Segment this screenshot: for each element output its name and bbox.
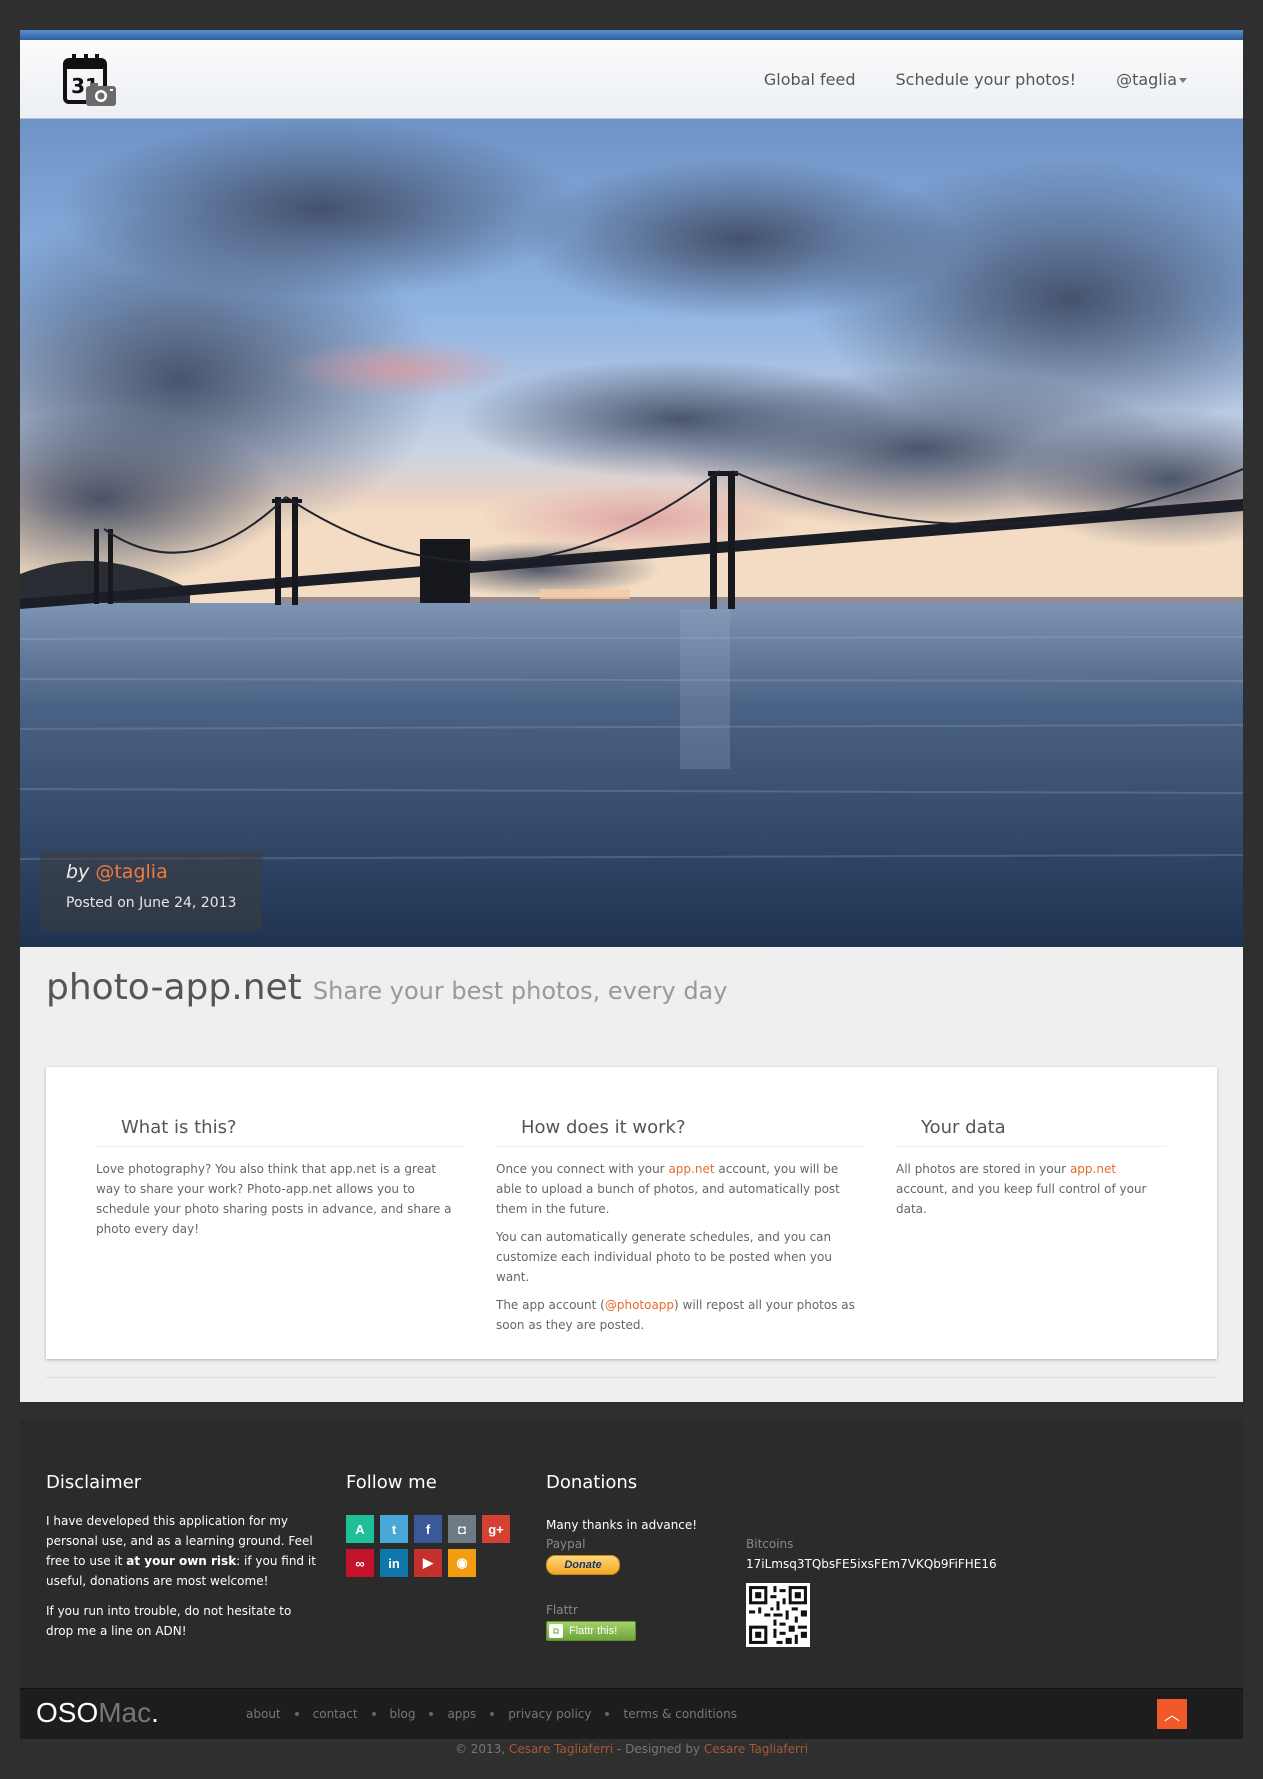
copyright: © 2013, Cesare Tagliaferri - Designed by…: [0, 1742, 1263, 1756]
follow-heading: Follow me: [346, 1472, 437, 1493]
lastfm-icon[interactable]: ∞: [346, 1549, 374, 1577]
text-span: The app account (: [496, 1298, 605, 1312]
appnet-link[interactable]: app.net: [1070, 1162, 1116, 1176]
main-content: photo-app.net Share your best photos, ev…: [20, 947, 1243, 1402]
flattr-button[interactable]: ⧉ Flattr this!: [546, 1621, 636, 1641]
brand-dot: .: [151, 1697, 159, 1728]
bay-bridge-photo: [20, 119, 1243, 947]
how-it-works-text-2: You can automatically generate schedules…: [496, 1230, 832, 1284]
site-tagline: Share your best photos, every day: [312, 977, 728, 1005]
flattr-label: Flattr: [546, 1603, 578, 1617]
googleplus-icon[interactable]: g+: [482, 1515, 510, 1543]
paypal-block: Paypal Donate: [546, 1537, 620, 1575]
designer-link[interactable]: Cesare Tagliaferri: [704, 1742, 808, 1756]
disclaimer-text-2: If you run into trouble, do not hesitate…: [46, 1604, 292, 1638]
separator-dot: [605, 1712, 610, 1716]
bottom-bar: OSOMac. about contact blog apps privacy …: [20, 1688, 1243, 1739]
footer-link-blog[interactable]: blog: [390, 1707, 416, 1721]
title-row: photo-app.net Share your best photos, ev…: [46, 967, 1217, 1047]
page: 31 Global feed Schedule your photos! @ta…: [20, 30, 1243, 1739]
own-risk-text: at your own risk: [126, 1554, 237, 1568]
brand-oso: OSO: [36, 1697, 99, 1728]
author-link[interactable]: Cesare Tagliaferri: [509, 1742, 613, 1756]
calendar-camera-logo-icon[interactable]: 31: [62, 53, 118, 109]
flattr-block: Flattr ⧉ Flattr this!: [546, 1603, 636, 1641]
footer-link-about[interactable]: about: [246, 1707, 281, 1721]
bitcoin-qr-code: [746, 1583, 810, 1647]
your-data-heading: Your data: [896, 1117, 1166, 1147]
text-span: account, and you keep full control of yo…: [896, 1182, 1147, 1216]
youtube-icon[interactable]: ▶: [414, 1549, 442, 1577]
donation-methods: Paypal Donate Flattr ⧉ Flattr this! Bitco…: [546, 1535, 997, 1675]
donations-section: Donations Many thanks in advance! Paypal…: [546, 1472, 997, 1675]
paypal-label: Paypal: [546, 1537, 586, 1551]
by-label: by: [66, 861, 90, 883]
separator-dot: [371, 1712, 376, 1716]
nav-schedule-photos[interactable]: Schedule your photos!: [895, 70, 1076, 89]
text-span: Once you connect with your: [496, 1162, 669, 1176]
photo-caption: by @taglia Posted on June 24, 2013: [40, 851, 262, 931]
how-it-works-text-1: Once you connect with your app.net accou…: [496, 1159, 864, 1219]
text-span: - Designed by: [613, 1742, 704, 1756]
what-is-this-column: What is this? Love photography? You also…: [96, 1117, 464, 1239]
osomac-brand-logo[interactable]: OSOMac.: [36, 1697, 159, 1729]
how-it-works-heading: How does it work?: [496, 1117, 864, 1147]
flattr-button-label: Flattr this!: [569, 1625, 618, 1637]
footer-link-privacy[interactable]: privacy policy: [508, 1707, 591, 1721]
photoapp-link[interactable]: @photoapp: [605, 1298, 674, 1312]
caret-down-icon: [1179, 77, 1187, 83]
header-accent-bar: [20, 30, 1243, 40]
social-icons: At f ◘ g+ ∞ in ▶ ◉: [346, 1515, 510, 1577]
navbar: 31 Global feed Schedule your photos! @ta…: [20, 40, 1243, 119]
divider: [46, 1377, 1217, 1378]
github-icon[interactable]: ◘: [448, 1515, 476, 1543]
footer-link-contact[interactable]: contact: [313, 1707, 358, 1721]
bitcoin-block: Bitcoins 17iLmsq3TQbsFE5ixsFEm7VKQb9FiFH…: [746, 1537, 997, 1647]
how-it-works-text-3: The app account (@photoapp) will repost …: [496, 1295, 864, 1335]
appnet-link[interactable]: app.net: [668, 1162, 714, 1176]
posted-date: Posted on June 24, 2013: [66, 895, 237, 911]
disclaimer-text-1: I have developed this application for my…: [46, 1511, 316, 1591]
user-menu-label: @taglia: [1116, 69, 1177, 89]
nav-user-menu[interactable]: @taglia: [1116, 70, 1187, 89]
footer-link-apps[interactable]: apps: [447, 1707, 476, 1721]
footer-links: about contact blog apps privacy policy t…: [246, 1689, 737, 1739]
your-data-column: Your data All photos are stored in your …: [896, 1117, 1166, 1219]
how-it-works-column: How does it work? Once you connect with …: [496, 1117, 864, 1335]
rss-icon[interactable]: ◉: [448, 1549, 476, 1577]
footer: Disclaimer I have developed this applica…: [20, 1420, 1243, 1688]
disclaimer-heading: Disclaimer: [46, 1472, 142, 1493]
follow-section: Follow me At f ◘ g+ ∞ in ▶ ◉: [346, 1472, 510, 1577]
caption-byline: by @taglia: [66, 861, 168, 883]
flattr-icon: ⧉: [549, 1624, 563, 1638]
separator-dot: [294, 1712, 299, 1716]
donations-heading: Donations: [546, 1472, 638, 1493]
author-link[interactable]: @taglia: [95, 861, 167, 883]
linkedin-icon[interactable]: in: [380, 1549, 408, 1577]
your-data-text: All photos are stored in your app.net ac…: [896, 1159, 1166, 1219]
facebook-icon[interactable]: f: [414, 1515, 442, 1543]
site-title: photo-app.net: [46, 967, 302, 1008]
donations-thanks: Many thanks in advance!: [546, 1518, 698, 1532]
separator-dot: [490, 1712, 495, 1716]
nav-global-feed[interactable]: Global feed: [764, 70, 856, 89]
main-nav: Global feed Schedule your photos! @tagli…: [764, 40, 1187, 118]
twitter-icon[interactable]: t: [380, 1515, 408, 1543]
brand-mac: Mac: [98, 1697, 152, 1728]
adn-icon[interactable]: A: [346, 1515, 374, 1543]
what-is-this-text: Love photography? You also think that ap…: [96, 1162, 452, 1236]
what-is-this-heading: What is this?: [96, 1117, 464, 1147]
text-span: © 2013,: [454, 1742, 509, 1756]
info-card: What is this? Love photography? You also…: [46, 1067, 1217, 1359]
disclaimer-section: Disclaimer I have developed this applica…: [46, 1472, 316, 1641]
bitcoin-address: 17iLmsq3TQbsFE5ixsFEm7VKQb9FiFHE16: [746, 1557, 997, 1571]
bitcoins-label: Bitcoins: [746, 1537, 794, 1551]
paypal-donate-button[interactable]: Donate: [546, 1555, 620, 1575]
chevron-up-icon: ︿: [1163, 1705, 1180, 1724]
separator-dot: [429, 1712, 434, 1716]
footer-link-terms[interactable]: terms & conditions: [623, 1707, 736, 1721]
text-span: All photos are stored in your: [896, 1162, 1070, 1176]
back-to-top-button[interactable]: ︿: [1157, 1699, 1187, 1729]
hero-photo: by @taglia Posted on June 24, 2013: [20, 119, 1243, 947]
